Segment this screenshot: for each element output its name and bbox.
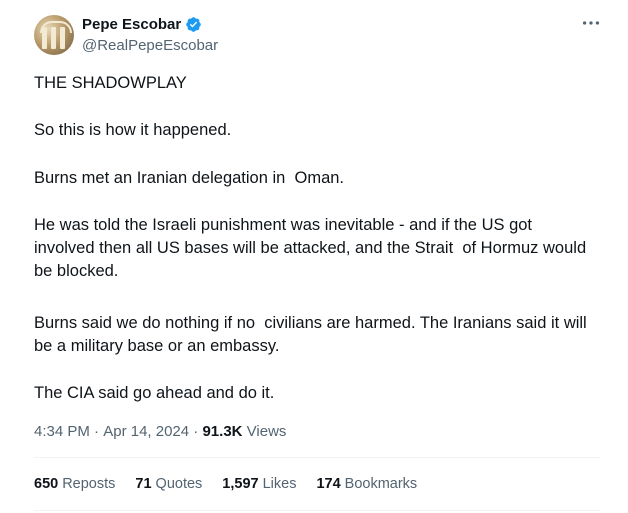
tweet-card: Pepe Escobar @RealPepeEscobar THE SHADOW…: [0, 0, 628, 513]
divider: [34, 510, 600, 511]
stat-count: 71: [135, 476, 152, 492]
tweet-time[interactable]: 4:34 PM: [34, 423, 90, 440]
stat-likes[interactable]: 1,597 Likes: [222, 476, 296, 492]
tweet-meta: 4:34 PM · Apr 14, 2024 · 91.3K Views: [34, 423, 286, 440]
stat-label: Reposts: [62, 476, 116, 492]
avatar-pillar-shape: [42, 27, 47, 49]
tweet-paragraph: Burns said we do nothing if no civilians…: [34, 314, 592, 355]
author-name-row: Pepe Escobar: [82, 16, 202, 33]
tweet-paragraph: He was told the Israeli punishment was i…: [34, 216, 591, 280]
divider: [34, 457, 600, 458]
stat-reposts[interactable]: 650 Reposts: [34, 476, 115, 492]
stat-quotes[interactable]: 71 Quotes: [135, 476, 202, 492]
views-count: 91.3K: [202, 423, 243, 440]
stat-count: 1,597: [222, 476, 259, 492]
stat-count: 174: [316, 476, 341, 492]
author-handle[interactable]: @RealPepeEscobar: [82, 37, 218, 54]
avatar-pillar-shape: [51, 27, 56, 49]
tweet-paragraph: The CIA said go ahead and do it.: [34, 384, 275, 402]
avatar[interactable]: [34, 15, 74, 55]
tweet-paragraph: Burns met an Iranian delegation in Oman.: [34, 169, 345, 187]
meta-separator: ·: [89, 423, 104, 440]
author-display-name[interactable]: Pepe Escobar: [82, 16, 181, 33]
stat-label: Likes: [262, 476, 297, 492]
stat-bookmarks[interactable]: 174 Bookmarks: [316, 476, 417, 492]
tweet-date[interactable]: Apr 14, 2024: [103, 423, 189, 440]
meta-separator: ·: [189, 423, 203, 440]
stat-label: Bookmarks: [344, 476, 418, 492]
tweet-paragraph: So this is how it happened.: [34, 121, 232, 139]
more-options-icon[interactable]: [580, 12, 602, 34]
views-label: Views: [242, 423, 287, 440]
engagement-stats: 650 Reposts 71 Quotes 1,597 Likes 174 Bo…: [34, 476, 437, 492]
stat-label: Quotes: [155, 476, 203, 492]
stat-count: 650: [34, 476, 59, 492]
avatar-pillar-shape: [60, 27, 65, 49]
verified-badge-icon[interactable]: [185, 16, 202, 33]
tweet-paragraph: THE SHADOWPLAY: [34, 74, 187, 92]
